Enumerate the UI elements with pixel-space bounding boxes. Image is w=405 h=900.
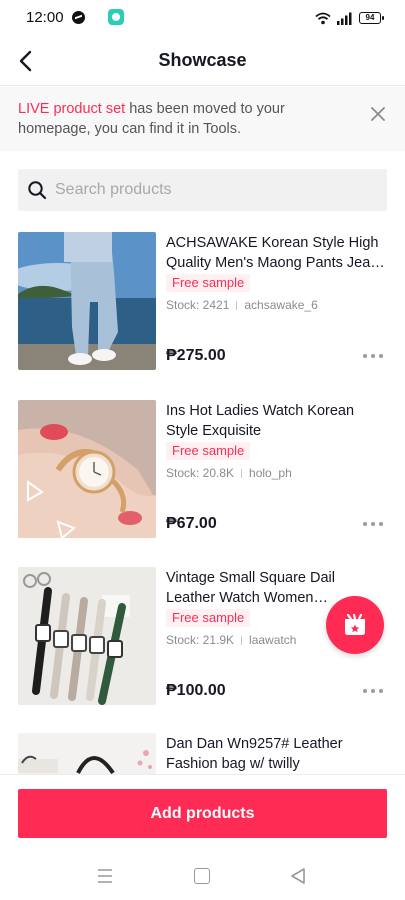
- product-meta: Stock: 21.9K laawatch: [166, 633, 296, 647]
- search-icon: [28, 181, 47, 200]
- recent-apps-icon[interactable]: [96, 868, 114, 884]
- product-card[interactable]: Ins Hot Ladies Watch Korean Style Exquis…: [0, 400, 405, 540]
- product-image-jeans[interactable]: [18, 232, 156, 370]
- close-icon[interactable]: [369, 105, 387, 123]
- live-floating-button[interactable]: [326, 596, 384, 654]
- messenger-icon: [72, 11, 85, 24]
- product-seller: holo_ph: [249, 466, 292, 480]
- free-sample-badge: Free sample: [166, 442, 251, 460]
- meta-divider: [241, 469, 243, 478]
- notice-highlight: LIVE product set: [18, 101, 126, 117]
- header: Showcase: [0, 36, 405, 86]
- product-title[interactable]: Dan Dan Wn9257# Leather Fashion bag w/ t…: [166, 734, 388, 774]
- home-square-icon[interactable]: [194, 868, 210, 884]
- bottom-panel: Add products: [0, 774, 405, 900]
- battery-icon: 94: [359, 12, 384, 24]
- app-notification-icon: [108, 9, 124, 25]
- product-seller: laawatch: [249, 633, 297, 647]
- product-image-wristwatches[interactable]: [18, 567, 156, 705]
- product-stock: Stock: 21.9K: [166, 633, 235, 647]
- status-time: 12:00: [26, 9, 64, 26]
- search-input[interactable]: [55, 181, 355, 199]
- product-price: ₱275.00: [166, 347, 226, 364]
- status-bar: 12:00 94: [0, 0, 405, 36]
- free-sample-badge: Free sample: [166, 609, 251, 627]
- product-image-watch[interactable]: [18, 400, 156, 538]
- live-shop-icon: [345, 613, 365, 635]
- wifi-icon: [315, 12, 331, 24]
- product-price: ₱100.00: [166, 682, 226, 699]
- system-nav-bar: [0, 859, 405, 895]
- product-card[interactable]: ACHSAWAKE Korean Style High Quality Men'…: [0, 232, 405, 372]
- back-triangle-icon[interactable]: [290, 867, 306, 885]
- product-stock: Stock: 20.8K: [166, 466, 235, 480]
- status-indicators: 94: [315, 10, 384, 26]
- showcase-screen: 12:00 94 Showcase LIVE product set has b…: [0, 0, 405, 900]
- notice-text: LIVE product set has been moved to your …: [18, 99, 338, 139]
- product-seller: achsawake_6: [244, 298, 318, 312]
- product-card[interactable]: Dan Dan Wn9257# Leather Fashion bag w/ t…: [0, 733, 405, 774]
- meta-divider: [236, 301, 238, 310]
- product-meta: Stock: 2421 achsawake_6: [166, 298, 318, 312]
- product-title[interactable]: ACHSAWAKE Korean Style High Quality Men'…: [166, 233, 388, 273]
- page-title: Showcase: [158, 50, 247, 70]
- product-list: ACHSAWAKE Korean Style High Quality Men'…: [0, 232, 405, 774]
- product-meta: Stock: 20.8K holo_ph: [166, 466, 292, 480]
- search-bar[interactable]: [18, 169, 387, 211]
- more-options-icon[interactable]: [363, 349, 383, 363]
- add-products-button[interactable]: Add products: [18, 789, 387, 838]
- product-image-bag[interactable]: [18, 733, 156, 774]
- product-title[interactable]: Ins Hot Ladies Watch Korean Style Exquis…: [166, 401, 388, 441]
- free-sample-badge: Free sample: [166, 274, 251, 292]
- notice-banner: LIVE product set has been moved to your …: [0, 87, 405, 151]
- product-stock: Stock: 2421: [166, 298, 230, 312]
- more-options-icon[interactable]: [363, 684, 383, 698]
- product-price: ₱67.00: [166, 515, 217, 532]
- meta-divider: [241, 636, 243, 645]
- more-options-icon[interactable]: [363, 517, 383, 531]
- signal-icon: [337, 12, 352, 25]
